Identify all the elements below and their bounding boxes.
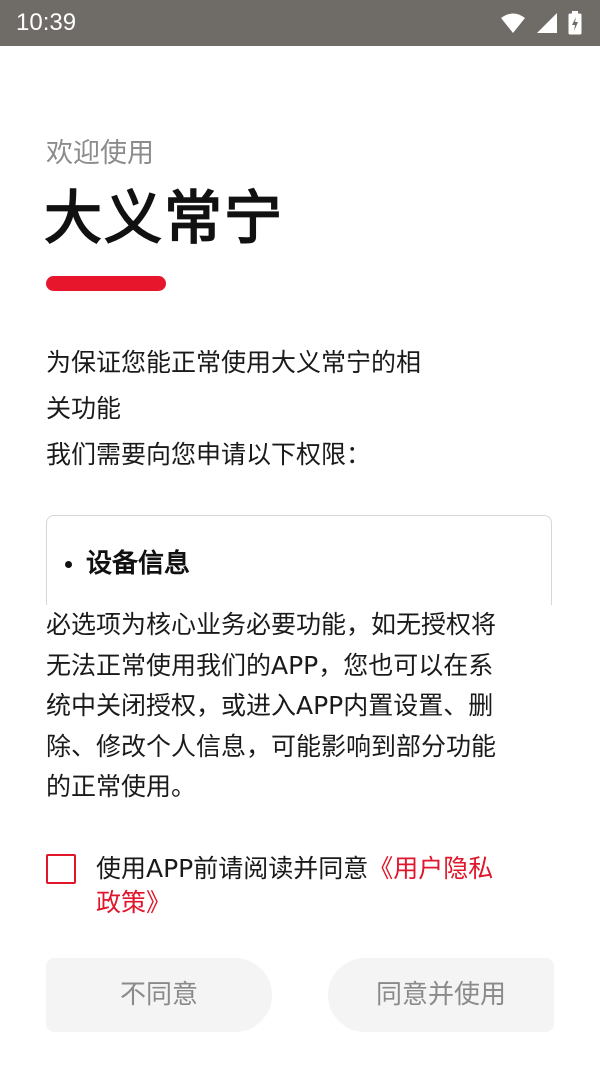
permission-list: 设备信息 xyxy=(46,515,552,605)
intro-line: 为保证您能正常使用大义常宁的相 xyxy=(46,348,422,377)
welcome-text: 欢迎使用 xyxy=(46,138,154,169)
permission-intro: 为保证您能正常使用大义常宁的相 关功能 我们需要向您申请以下权限： xyxy=(46,340,476,478)
bullet-icon xyxy=(65,560,72,568)
agreement-label: 使用APP前请阅读并同意 xyxy=(96,854,369,883)
permission-label: 设备信息 xyxy=(86,549,191,579)
notice-line: 统中关闭授权，或进入APP内置设置、删 xyxy=(46,691,494,720)
wifi-icon xyxy=(500,12,526,34)
app-title: 大义常宁 xyxy=(44,184,285,252)
status-icons xyxy=(500,10,582,36)
signal-icon xyxy=(536,12,558,34)
title-underline xyxy=(46,276,166,291)
battery-charging-icon xyxy=(568,11,582,35)
privacy-policy-link[interactable]: 《用户隐私 xyxy=(368,854,493,883)
notice-line: 的正常使用。 xyxy=(46,772,197,801)
privacy-policy-link[interactable]: 政策》 xyxy=(96,888,171,917)
notice-line: 必选项为核心业务必要功能，如无授权将 xyxy=(46,610,497,639)
agree-and-use-button[interactable]: 同意并使用 xyxy=(328,958,554,1032)
intro-line: 我们需要向您申请以下权限： xyxy=(46,440,372,469)
notice-line: 除、修改个人信息，可能影响到部分功能 xyxy=(46,731,497,761)
notice-line: 无法正常使用我们的APP，您也可以在系 xyxy=(46,650,494,680)
disagree-button[interactable]: 不同意 xyxy=(46,958,272,1032)
agree-checkbox[interactable] xyxy=(46,854,76,884)
intro-line: 关功能 xyxy=(46,394,122,423)
permission-item-device-info: 设备信息 xyxy=(65,546,190,582)
permission-notice: 必选项为核心业务必要功能，如无授权将 无法正常使用我们的APP，您也可以在系 统… xyxy=(46,605,556,808)
status-time: 10:39 xyxy=(16,9,77,36)
agreement-text: 使用APP前请阅读并同意《用户隐私 政策》 xyxy=(96,852,556,920)
status-bar: 10:39 xyxy=(0,0,600,46)
